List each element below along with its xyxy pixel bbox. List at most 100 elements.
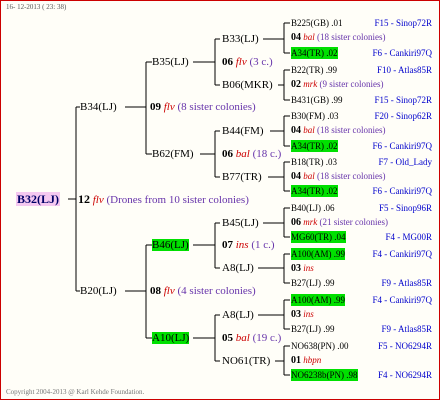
gen1-drone-info: 08 flv (4 sister colonies) [150, 285, 256, 297]
gen4-code: F4 - Cankiri97Q [372, 295, 433, 305]
copyright-footer: Copyright 2004-2013 @ Karl Kehde Foundat… [6, 388, 145, 396]
root-node[interactable]: B32(LJ) [16, 192, 60, 206]
gen2-drone-info: 07 ins (1 c.) [222, 239, 275, 251]
gen4-drone-info: 03 ins [291, 308, 314, 321]
gen4-code: F4 - MG00R [385, 232, 432, 242]
gen3-node[interactable]: B06(MKR) [222, 79, 273, 91]
gen4-code: F6 - Cankiri97Q [372, 186, 433, 196]
gen3-node[interactable]: A8(LJ) [222, 262, 254, 274]
gen2-node[interactable]: A10(LJ) [152, 332, 190, 344]
gen4-node[interactable]: NO6238b(PN) .98 [291, 369, 358, 381]
root-drone-info: 12 flv (Drones from 10 sister colonies) [78, 193, 249, 206]
drone-note: (8 sister colonies) [177, 101, 256, 113]
drone-num: 06 [222, 56, 233, 68]
gen4-drone-info: 04 bal (18 sister colonies) [291, 170, 386, 183]
root-race: flv [92, 194, 104, 206]
gen4-code: F20 - Sinop62R [374, 111, 432, 121]
gen4-node[interactable]: A100(AM) .99 [291, 248, 345, 260]
drone-race: ins [303, 263, 314, 273]
gen4-code: F7 - Old_Lady [378, 157, 433, 167]
gen2-drone-info: 06 flv (3 c.) [222, 56, 273, 68]
gen1-node[interactable]: B20(LJ) [80, 285, 117, 297]
gen2-drone-info: 06 bal (18 c.) [222, 148, 281, 160]
drone-num: 02 [291, 79, 301, 90]
drone-note: (19 c.) [252, 332, 282, 344]
gen4-node[interactable]: B18(TR) .03 [291, 156, 337, 168]
drone-num: 06 [291, 217, 301, 228]
drone-race: flv [163, 101, 175, 113]
drone-note: (18 sister colonies) [317, 125, 386, 135]
gen4-code: F5 - Sinop96R [378, 203, 432, 213]
gen1-node[interactable]: B34(LJ) [80, 101, 117, 113]
gen4-code: F6 - Cankiri97Q [372, 141, 433, 151]
gen3-node[interactable]: B45(LJ) [222, 217, 259, 229]
drone-num: 01 [291, 355, 301, 366]
drone-note: (4 sister colonies) [177, 285, 256, 297]
gen4-node[interactable]: B30(FM) .03 [291, 110, 339, 122]
generated-date: 16- 12-2013 ( 23: 38) [6, 3, 67, 11]
gen2-drone-info: 05 bal (19 c.) [222, 332, 281, 344]
gen4-node[interactable]: B27(LJ) .99 [291, 277, 335, 289]
gen4-code: F9 - Atlas85R [381, 278, 432, 288]
gen4-node[interactable]: B40(LJ) .06 [291, 202, 335, 214]
drone-note: (18 sister colonies) [317, 171, 386, 181]
drone-race: bal [303, 32, 315, 42]
gen4-node[interactable]: MG60(TR) .04 [291, 231, 346, 243]
gen3-node[interactable]: B33(LJ) [222, 33, 259, 45]
drone-race: bal [235, 148, 250, 160]
drone-race: bal [303, 125, 315, 135]
gen4-code: F4 - Cankiri97Q [372, 249, 433, 259]
gen4-code: F4 - NO6294R [377, 370, 432, 380]
drone-num: 07 [222, 239, 233, 251]
gen4-node[interactable]: A34(TR) .02 [291, 185, 338, 197]
drone-race: flv [163, 285, 175, 297]
gen4-drone-info: 06 mrk (21 sister colonies) [291, 216, 388, 229]
drone-num: 08 [150, 285, 161, 297]
gen4-node[interactable]: A100(AM) .99 [291, 294, 345, 306]
drone-num: 04 [291, 32, 301, 43]
drone-num: 09 [150, 101, 161, 113]
gen4-code: F6 - Cankiri97Q [372, 48, 433, 58]
drone-race: ins [303, 309, 314, 319]
root-note: (Drones from 10 sister colonies) [106, 194, 249, 206]
gen4-code: F10 - Atlas85R [376, 65, 432, 75]
root-num: 12 [78, 192, 90, 206]
drone-num: 04 [291, 125, 301, 136]
drone-note: (9 sister colonies) [319, 79, 384, 89]
drone-num: 04 [291, 171, 301, 182]
gen4-node[interactable]: A34(TR) .02 [291, 47, 338, 59]
drone-race: hbpn [303, 355, 322, 365]
drone-note: (3 c.) [249, 56, 273, 68]
gen4-drone-info: 04 bal (18 sister colonies) [291, 31, 386, 44]
drone-race: ins [235, 239, 249, 251]
gen2-node[interactable]: B62(FM) [152, 148, 194, 160]
gen4-drone-info: 02 mrk (9 sister colonies) [291, 78, 383, 91]
gen4-code: F5 - NO6294R [377, 341, 432, 351]
gen2-node[interactable]: B35(LJ) [152, 56, 189, 68]
gen4-node[interactable]: B431(GB) .99 [291, 94, 343, 106]
gen4-drone-info: 04 bal (18 sister colonies) [291, 124, 386, 137]
gen4-node[interactable]: B22(TR) .99 [291, 64, 337, 76]
gen3-node[interactable]: B44(FM) [222, 125, 264, 137]
drone-race: flv [235, 56, 247, 68]
gen3-node[interactable]: NO61(TR) [222, 355, 270, 367]
gen3-node[interactable]: B77(TR) [222, 171, 262, 183]
drone-race: bal [235, 332, 250, 344]
drone-note: (18 c.) [252, 148, 282, 160]
gen4-node[interactable]: B27(LJ) .99 [291, 323, 335, 335]
gen4-node[interactable]: NO638(PN) .00 [291, 340, 349, 352]
gen4-node[interactable]: A34(TR) .02 [291, 140, 338, 152]
drone-note: (21 sister colonies) [319, 217, 388, 227]
gen1-drone-info: 09 flv (8 sister colonies) [150, 101, 256, 113]
gen4-drone-info: 03 ins [291, 262, 314, 275]
drone-num: 03 [291, 263, 301, 274]
root-label: B32(LJ) [16, 192, 60, 206]
drone-num: 06 [222, 148, 233, 160]
drone-race: mrk [303, 79, 318, 89]
gen4-code: F9 - Atlas85R [381, 324, 432, 334]
gen4-node[interactable]: B225(GB) .01 [291, 17, 343, 29]
drone-race: bal [303, 171, 315, 181]
gen3-node[interactable]: A8(LJ) [222, 309, 254, 321]
gen4-code: F15 - Sinop72R [374, 18, 432, 28]
gen2-node[interactable]: B46(LJ) [152, 239, 189, 251]
